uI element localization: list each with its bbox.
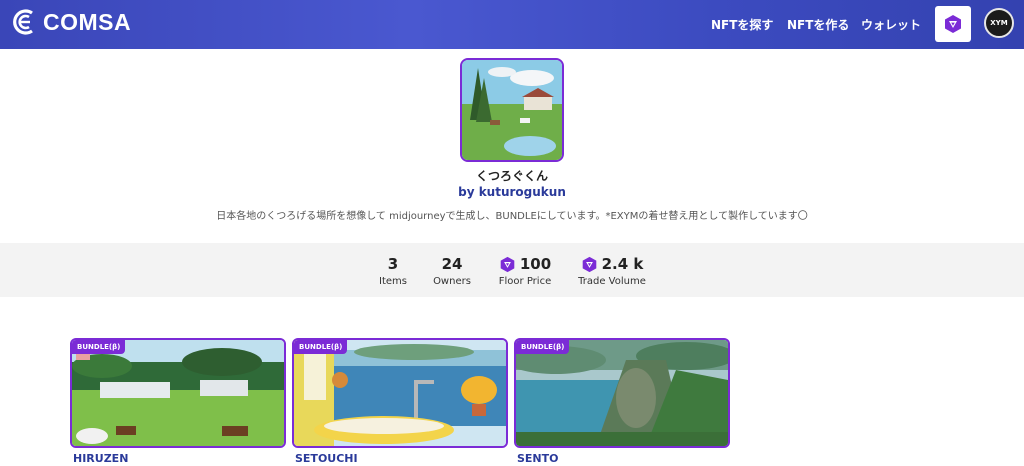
nft-card-sento[interactable]: BUNDLE(β) SENTO xyxy=(514,338,730,465)
nft-card-title[interactable]: SENTO xyxy=(514,452,730,465)
nft-card-title[interactable]: SETOUCHI xyxy=(292,452,508,465)
stat-trade-volume-value: 2.4 k xyxy=(601,255,644,273)
bundle-badge: BUNDLE(β) xyxy=(294,340,348,354)
symbol-icon xyxy=(582,256,596,272)
creator-link[interactable]: by kuturogukun xyxy=(0,185,1024,199)
stat-trade-volume: 2.4 k Trade Volume xyxy=(574,243,650,297)
nav-create-nft[interactable]: NFTを作る xyxy=(787,0,849,49)
stat-floor-price-value: 100 xyxy=(519,255,552,273)
stat-items-label: Items xyxy=(379,276,407,287)
collection-description: 日本各地のくつろげる場所を想像して midjourneyで生成し、BUNDLEに… xyxy=(216,211,808,222)
stat-items-value: 3 xyxy=(387,255,399,273)
landscape-image xyxy=(72,340,284,446)
symbol-icon xyxy=(500,256,515,272)
collection-name: くつろぐくん xyxy=(475,169,548,183)
nft-card-hiruzen[interactable]: BUNDLE(β) HIRUZEN xyxy=(70,338,286,465)
stat-items: 3 Items xyxy=(366,243,420,297)
bundle-badge: BUNDLE(β) xyxy=(516,340,570,354)
stats-bar: 3 Items 24 Owners 100 Floor Price 2.4 k … xyxy=(0,243,1024,297)
brand-name: COMSA xyxy=(43,8,132,35)
stat-floor-price: 100 Floor Price xyxy=(490,243,560,297)
stat-owners-value: 24 xyxy=(441,255,463,273)
nft-card-image: BUNDLE(β) xyxy=(70,338,286,448)
landscape-thumbnail xyxy=(462,60,562,160)
symbol-wallet-button[interactable] xyxy=(935,6,971,42)
nav-explore-nft[interactable]: NFTを探す xyxy=(711,0,773,49)
stat-trade-volume-label: Trade Volume xyxy=(578,276,646,287)
user-avatar[interactable]: XYM xyxy=(984,8,1014,38)
nft-card-title[interactable]: HIRUZEN xyxy=(70,452,286,465)
valley-image xyxy=(516,340,728,446)
top-header: COMSA NFTを探す NFTを作る ウォレット XYM xyxy=(0,0,1024,49)
stat-owners: 24 Owners xyxy=(426,243,478,297)
comsa-logo-icon xyxy=(13,9,33,35)
bundle-badge: BUNDLE(β) xyxy=(72,340,126,354)
nft-card-image: BUNDLE(β) xyxy=(292,338,508,448)
nft-card-setouchi[interactable]: BUNDLE(β) SETOUCHI xyxy=(292,338,508,465)
avatar-label: XYM xyxy=(990,18,1008,27)
symbol-icon xyxy=(945,15,961,33)
seaside-image xyxy=(294,340,506,446)
nft-card-image: BUNDLE(β) xyxy=(514,338,730,448)
stat-owners-label: Owners xyxy=(433,276,471,287)
brand-logo[interactable]: COMSA xyxy=(10,8,131,36)
stat-floor-price-label: Floor Price xyxy=(498,276,552,287)
nav-wallet[interactable]: ウォレット xyxy=(861,0,921,49)
collection-profile-image xyxy=(460,58,564,162)
